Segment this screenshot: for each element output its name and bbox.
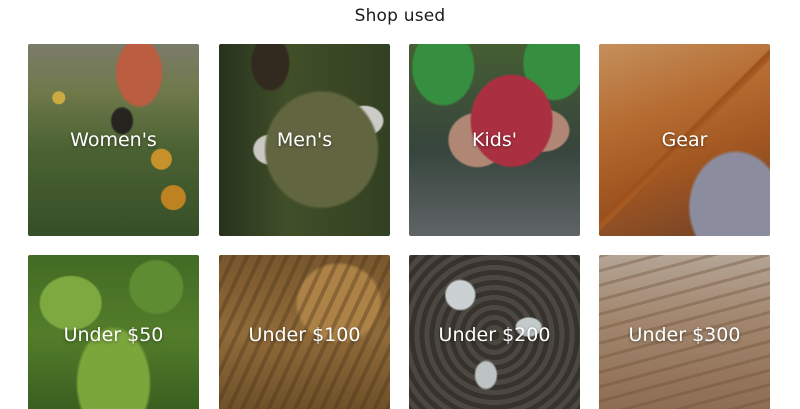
shop-used-section: Shop used Women's Men's Kids' Gear Under…: [0, 0, 800, 409]
tile-label: Under $50: [63, 324, 164, 346]
tile-label: Under $200: [438, 324, 551, 346]
tile-gear[interactable]: Gear: [599, 44, 770, 236]
tile-label: Women's: [70, 129, 157, 151]
tile-label: Men's: [276, 129, 333, 151]
tile-mens[interactable]: Men's: [219, 44, 390, 236]
tile-under-300[interactable]: Under $300: [599, 255, 770, 409]
tile-label: Kids': [472, 129, 517, 151]
tile-label: Under $100: [248, 324, 361, 346]
tile-womens[interactable]: Women's: [28, 44, 199, 236]
section-title: Shop used: [354, 6, 446, 26]
tile-under-50[interactable]: Under $50: [28, 255, 199, 409]
tile-label: Gear: [661, 129, 708, 151]
tile-under-200[interactable]: Under $200: [409, 255, 580, 409]
tile-kids[interactable]: Kids': [409, 44, 580, 236]
tile-label: Under $300: [628, 324, 741, 346]
tile-under-100[interactable]: Under $100: [219, 255, 390, 409]
